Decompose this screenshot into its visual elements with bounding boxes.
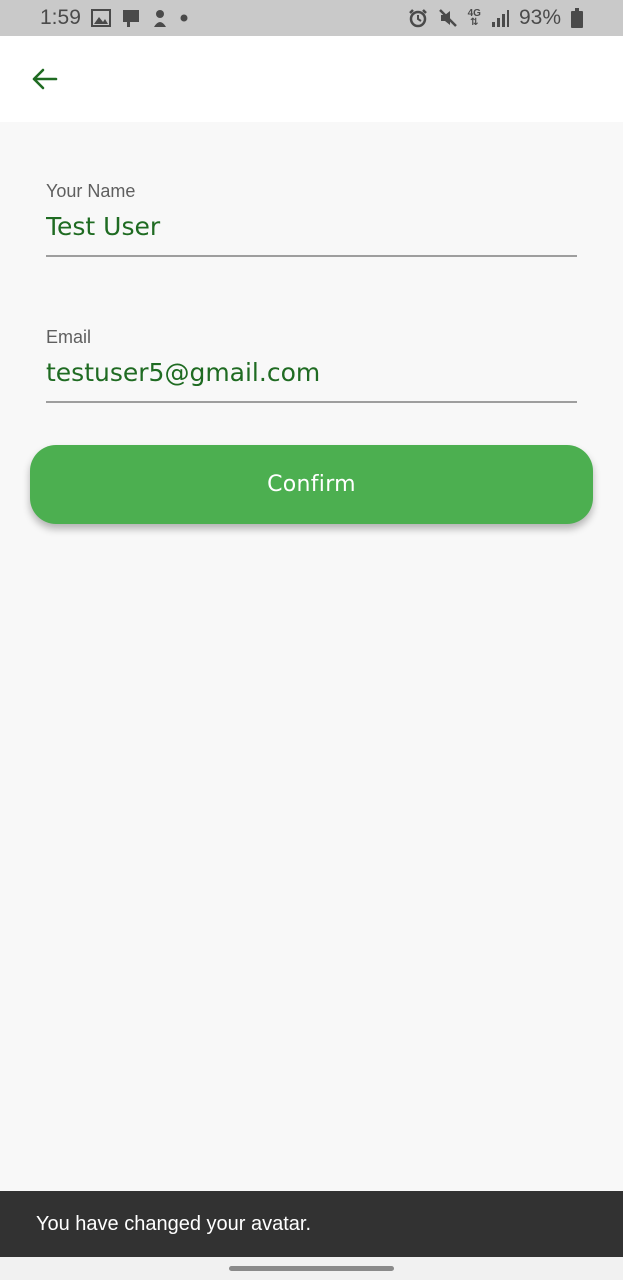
dot-icon: [179, 8, 189, 28]
email-input[interactable]: [46, 358, 577, 401]
battery-icon: [571, 8, 583, 28]
home-indicator[interactable]: [229, 1266, 394, 1271]
image-icon: [90, 8, 111, 28]
status-right: 4G ⇅ 93%: [408, 6, 583, 30]
back-button[interactable]: [26, 61, 62, 97]
app-bar: [0, 36, 623, 122]
snackbar: You have changed your avatar.: [0, 1191, 623, 1257]
cast-icon: [121, 8, 141, 28]
name-input[interactable]: [46, 212, 577, 255]
arrow-left-icon: [32, 68, 58, 90]
name-label: Your Name: [46, 181, 136, 201]
email-label: Email: [46, 327, 92, 347]
battery-percent: 93%: [518, 6, 561, 29]
network-4g-icon: 4G ⇅: [468, 8, 481, 28]
email-field: Email: [46, 327, 577, 403]
name-field: Your Name: [46, 181, 577, 257]
snackbar-message: You have changed your avatar.: [36, 1212, 312, 1235]
status-left: 1:59: [40, 6, 189, 30]
data-arrows-icon: ⇅: [470, 17, 479, 28]
confirm-button[interactable]: Confirm: [30, 445, 593, 524]
signal-icon: [491, 8, 509, 28]
status-bar: 1:59 4G ⇅ 93%: [0, 0, 623, 36]
alarm-icon: [408, 8, 428, 28]
status-time: 1:59: [40, 6, 81, 29]
app-notification-icon: [151, 8, 169, 28]
nav-bar: [0, 1257, 623, 1280]
mute-icon: [438, 8, 458, 28]
